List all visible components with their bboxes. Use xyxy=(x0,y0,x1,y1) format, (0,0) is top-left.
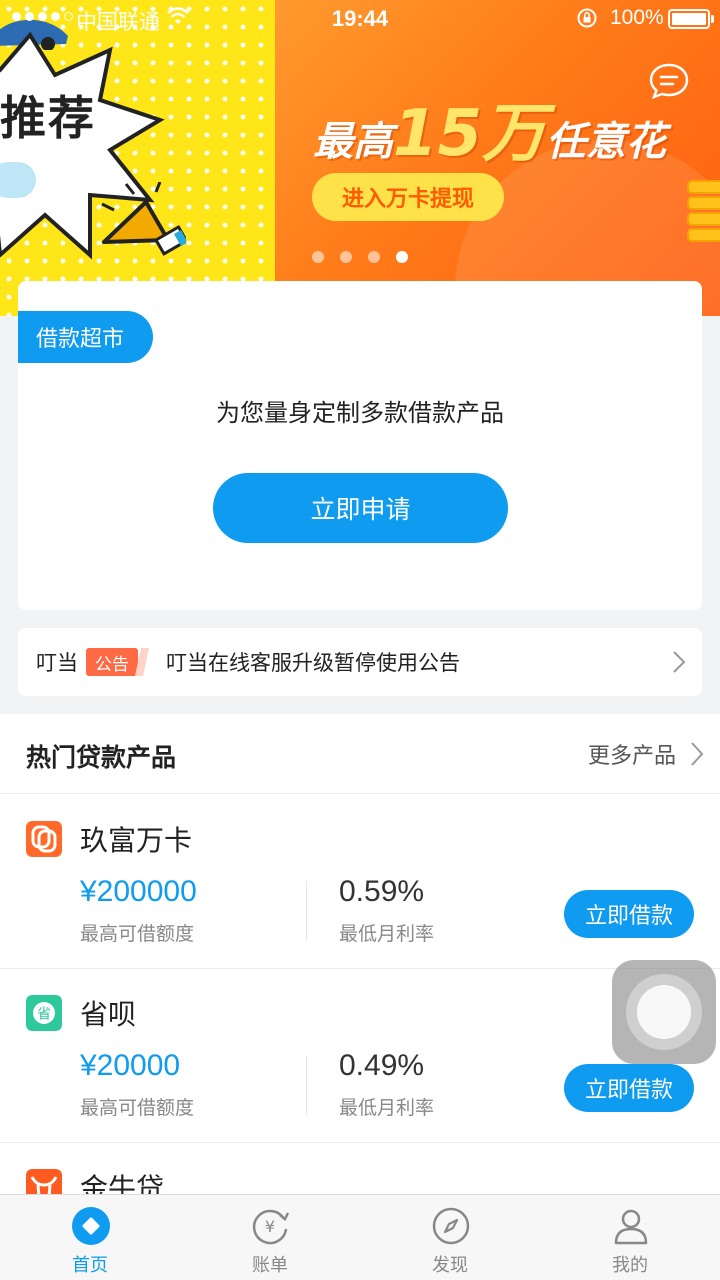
announcement-text[interactable]: 叮当在线客服升级暂停使用公告 xyxy=(166,647,460,677)
battery-icon xyxy=(668,9,710,29)
svg-text:省: 省 xyxy=(37,1007,51,1023)
banner-headline-amount: 15万 xyxy=(393,97,547,171)
more-products-label[interactable]: 更多产品 xyxy=(588,738,676,770)
carousel-dot[interactable] xyxy=(368,251,380,263)
bill-icon[interactable]: ¥ xyxy=(252,1207,290,1245)
profile-icon[interactable] xyxy=(612,1207,650,1245)
battery-tip xyxy=(711,15,714,23)
tab-profile[interactable]: 我的 xyxy=(540,1195,720,1280)
chat-icon[interactable] xyxy=(648,62,690,100)
jinniudai-logo-icon xyxy=(26,1169,62,1194)
max-amount-label: 最高可借额度 xyxy=(80,1097,195,1119)
banner-left-text: 推荐 xyxy=(0,91,96,145)
product-name: 省呗 xyxy=(80,998,137,1031)
borrow-now-button[interactable]: 立即借款 xyxy=(564,890,694,938)
status-bar: 中国联通 19:44 100% xyxy=(0,0,720,38)
announcement-brand: 叮当 xyxy=(36,651,78,675)
carousel-dot-active[interactable] xyxy=(396,251,408,263)
hot-products-header: 热门贷款产品 更多产品 xyxy=(0,714,720,794)
rotation-lock-icon xyxy=(577,8,597,28)
carousel-dot[interactable] xyxy=(312,251,324,263)
tab-home[interactable]: 首页 xyxy=(0,1195,180,1280)
banner-headline: 最高15万任意花 xyxy=(313,82,666,174)
chevron-right-icon[interactable] xyxy=(690,741,704,767)
product-row[interactable]: 玖富万卡 ¥200000 最高可借额度 0.59% 最低月利率 立即借款 xyxy=(0,795,720,969)
promo-banner[interactable]: 推荐 最高15万任意花 进入万卡提现 xyxy=(0,0,720,316)
compass-icon[interactable] xyxy=(432,1207,470,1245)
product-name: 金牛贷 xyxy=(80,1172,165,1194)
coin xyxy=(687,180,720,194)
banner-cta-button[interactable]: 进入万卡提现 xyxy=(312,173,504,221)
tab-discover[interactable]: 发现 xyxy=(360,1195,540,1280)
banner-headline-suffix: 任意花 xyxy=(546,119,667,165)
chevron-right-icon[interactable] xyxy=(672,650,686,674)
apply-now-button[interactable]: 立即申请 xyxy=(213,473,508,543)
banner-slide-current[interactable]: 最高15万任意花 进入万卡提现 xyxy=(275,0,720,316)
tab-label[interactable]: 账单 xyxy=(180,1251,360,1277)
megaphone-icon xyxy=(101,182,186,256)
max-amount: ¥200000 xyxy=(80,875,197,908)
banner-left-pill xyxy=(0,162,36,198)
more-products-link[interactable]: 更多产品 xyxy=(588,738,704,770)
banner-headline-prefix: 最高 xyxy=(313,119,393,165)
min-rate-label: 最低月利率 xyxy=(339,923,435,945)
divider xyxy=(306,1055,307,1115)
carousel-indicator[interactable] xyxy=(312,251,408,263)
assistive-touch-button[interactable] xyxy=(612,960,716,1064)
tab-bill[interactable]: ¥ 账单 xyxy=(180,1195,360,1280)
announcement-bar[interactable]: 叮当 公告 叮当在线客服升级暂停使用公告 xyxy=(18,628,702,696)
home-icon[interactable] xyxy=(72,1207,110,1245)
coin xyxy=(687,212,720,226)
coin xyxy=(687,196,720,210)
tab-label[interactable]: 我的 xyxy=(540,1251,720,1277)
coin-stack-icon xyxy=(687,180,720,250)
max-amount: ¥20000 xyxy=(80,1049,181,1082)
min-rate: 0.49% xyxy=(339,1049,425,1082)
product-name: 玖富万卡 xyxy=(80,824,193,857)
section-title: 热门贷款产品 xyxy=(26,743,177,772)
product-row[interactable]: 金牛贷 xyxy=(0,1143,720,1194)
tab-label[interactable]: 首页 xyxy=(0,1251,180,1277)
borrow-now-button[interactable]: 立即借款 xyxy=(564,1064,694,1112)
loan-market-description: 为您量身定制多款借款产品 xyxy=(216,399,504,427)
tab-label[interactable]: 发现 xyxy=(360,1251,540,1277)
min-rate-label: 最低月利率 xyxy=(339,1097,435,1119)
loan-market-tag: 借款超市 xyxy=(18,311,153,363)
min-rate: 0.59% xyxy=(339,875,425,908)
assistive-touch-core xyxy=(637,985,691,1039)
carousel-dot[interactable] xyxy=(340,251,352,263)
divider xyxy=(306,881,307,941)
jiufu-wanka-logo-icon xyxy=(26,821,62,857)
banner-slide-previous: 推荐 xyxy=(0,0,275,316)
coin xyxy=(687,228,720,242)
shengbei-logo-icon: 省 xyxy=(26,995,62,1031)
announcement-tag: 公告 xyxy=(86,648,138,676)
hot-loan-products: 热门贷款产品 更多产品 玖富万卡 ¥200000 最高可借额度 0.59% 最低… xyxy=(0,714,720,1194)
svg-text:¥: ¥ xyxy=(265,1217,275,1236)
loan-market-card: 借款超市 为您量身定制多款借款产品 立即申请 xyxy=(18,281,702,610)
battery-percentage: 100% xyxy=(610,6,664,29)
bottom-tab-bar: 首页 ¥ 账单 发现 我的 xyxy=(0,1194,720,1280)
max-amount-label: 最高可借额度 xyxy=(80,923,195,945)
